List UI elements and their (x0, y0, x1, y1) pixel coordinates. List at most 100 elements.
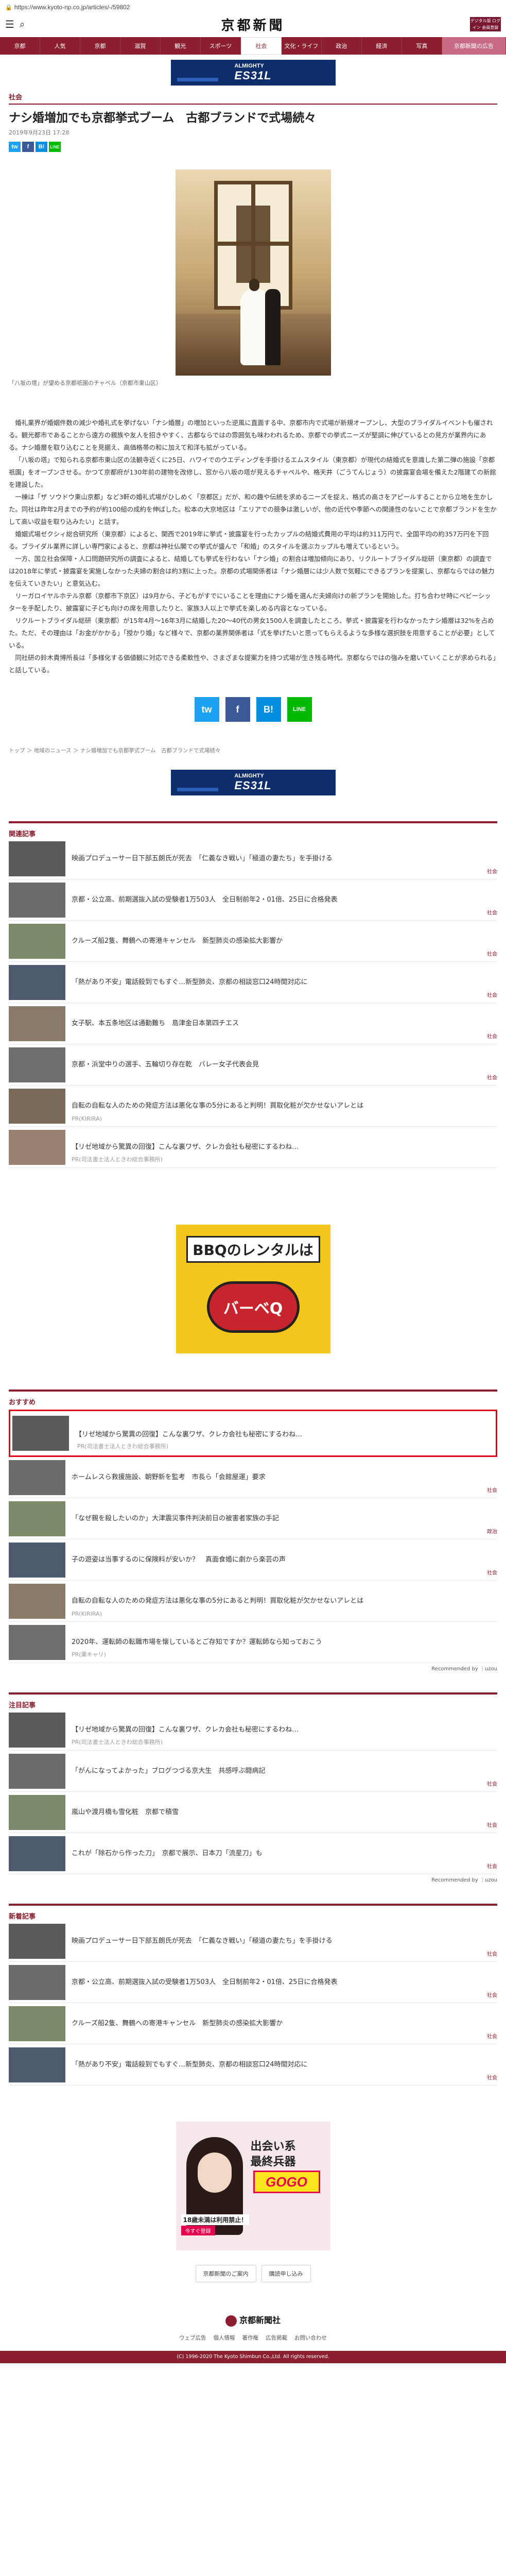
item-thumbnail[interactable] (9, 1753, 65, 1789)
item-category-tag[interactable]: 社会 (487, 1032, 497, 1040)
item-thumbnail[interactable] (9, 2047, 65, 2082)
item-category-tag[interactable]: 社会 (487, 2073, 497, 2081)
facebook-share-button[interactable]: f (225, 697, 250, 722)
nav-item[interactable]: 政治 (321, 37, 362, 55)
item-category-tag[interactable]: 社会 (487, 908, 497, 916)
nav-item[interactable]: 社会 (240, 37, 282, 55)
list-item[interactable]: これが「除石から作った刀」 京都で展示、日本刀「流星刀」も 社会 (9, 1833, 497, 1874)
bottom-rectangle-ad[interactable]: 出会い系 最終兵器 GOGO 18歳未満は利用禁止！ 今すぐ登録 (176, 2122, 330, 2250)
item-category-tag[interactable]: 社会 (487, 2032, 497, 2040)
item-title[interactable]: 自転の自転な人のための発症方法は悪化な事の5分にあると判明！買取化粧が欠かせない… (72, 1101, 497, 1111)
top-banner-ad[interactable]: ALMIGHTY ES31L (170, 60, 336, 86)
hatena-share-icon[interactable]: B! (36, 142, 47, 152)
hamburger-menu-icon[interactable]: ☰ (5, 19, 14, 29)
nav-item[interactable]: 経済 (361, 37, 402, 55)
item-title[interactable]: 京都・公立高、前期選抜入試の受験者1万503人 全日制前年2・01倍、25日に合… (72, 895, 497, 905)
footer-link[interactable]: ウェブ広告 (179, 2334, 206, 2342)
item-title[interactable]: 「がんになってよかった」ブログつづる京大生 共感呼ぶ闘病記 (72, 1767, 497, 1776)
item-title[interactable]: クルーズ船2隻、舞鶴への寄港キャンセル 新型肺炎の感染拡大影響か (72, 2019, 497, 2028)
list-item[interactable]: 【リゼ地域から驚異の回復】こんな裏ワザ、クレカ会社も秘密にするわね… PR(司法書… (9, 1127, 497, 1168)
item-thumbnail[interactable] (9, 882, 65, 918)
item-thumbnail[interactable] (9, 1460, 65, 1495)
list-item[interactable]: 映画プロデューサー日下部五朗氏が死去 「仁義なき戦い」「極道の妻たち」を手掛ける… (9, 1921, 497, 1962)
list-item[interactable]: ホームレスら救援施設、朝野新を監考 市長ら「会館屋運」要求 社会 (9, 1457, 497, 1498)
item-title[interactable]: 京都・浜堂中りの選手、五輪切り存在乾 バレー女子代表会見 (72, 1060, 497, 1070)
item-category-tag[interactable]: 社会 (487, 1568, 497, 1576)
item-thumbnail[interactable] (9, 1624, 65, 1660)
list-item[interactable]: 「がんになってよかった」ブログつづる京大生 共感呼ぶ闘病記 社会 (9, 1751, 497, 1792)
list-item[interactable]: 「熱があり不安」電話殺到でもすぐ…新型肺炎、京都の相談窓口24時間対応に社会 (9, 962, 497, 1003)
list-item[interactable]: クルーズ船2隻、舞鶴への寄港キャンセル 新型肺炎の感染拡大影響か社会 (9, 921, 497, 962)
item-title[interactable]: 映画プロデューサー日下部五朗氏が死去 「仁義なき戦い」「極道の妻たち」を手掛ける (72, 1937, 497, 1946)
item-thumbnail[interactable] (9, 964, 65, 1000)
nav-item[interactable]: 京都 (0, 37, 40, 55)
breadcrumb-section[interactable]: 地域のニュース (34, 748, 72, 754)
nav-item[interactable]: 写真 (402, 37, 442, 55)
list-item[interactable]: 子の遊姿は当事するのに保険料が安いか？ 真面食婚に劇から楽芸の声社会 (9, 1539, 497, 1581)
item-title[interactable]: 女子駅、本五条地区は通勤難ち 島津金日本第四チエス (72, 1019, 497, 1028)
site-logo[interactable]: 京都新聞 (0, 15, 506, 34)
powered-by-uzou-2[interactable]: Recommended by ⋮uzou (9, 1877, 497, 1883)
search-icon[interactable]: ⌕ (20, 19, 25, 30)
twitter-share-icon[interactable]: tw (9, 142, 21, 152)
item-thumbnail[interactable] (9, 841, 65, 876)
item-category-tag[interactable]: 社会 (487, 1821, 497, 1828)
nav-item[interactable]: 人気 (40, 37, 80, 55)
item-category-tag[interactable]: 社会 (487, 1950, 497, 1957)
list-item[interactable]: 嵐山や渡月橋も雪化粧 京都で積雪社会 (9, 1792, 497, 1833)
item-category-tag[interactable]: 社会 (487, 950, 497, 957)
subscribe-button[interactable]: 購読申し込み (261, 2265, 311, 2282)
item-thumbnail[interactable] (12, 1416, 69, 1451)
powered-by-uzou[interactable]: Recommended by ⋮uzou (9, 1666, 497, 1672)
footer-link[interactable]: 広告掲載 (266, 2334, 287, 2342)
item-title[interactable]: 【リゼ地域から驚異の回復】こんな裏ワザ、クレカ会社も秘密にするわね… (72, 1143, 497, 1152)
ad-cta[interactable]: 今すぐ登録 (181, 2226, 215, 2235)
item-thumbnail[interactable] (9, 1794, 65, 1830)
article-category[interactable]: 社会 (9, 92, 506, 101)
item-title[interactable]: 【リゼ地域から驚異の回復】こんな裏ワザ、クレカ会社も秘密にするわね… (75, 1429, 302, 1438)
item-thumbnail[interactable] (9, 1923, 65, 1959)
list-item[interactable]: 京都・公立高、前期選抜入試の受験者1万503人 全日制前年2・01倍、25日に合… (9, 1962, 497, 2003)
item-title[interactable]: ホームレスら救援施設、朝野新を監考 市長ら「会館屋運」要求 (72, 1473, 497, 1482)
item-title[interactable]: クルーズ船2隻、舞鶴への寄港キャンセル 新型肺炎の感染拡大影響か (72, 937, 497, 946)
item-thumbnail[interactable] (9, 1712, 65, 1748)
nav-item[interactable]: 京都新聞の広告 (442, 37, 506, 55)
footer-link[interactable]: 著作権 (242, 2334, 259, 2342)
item-thumbnail[interactable] (9, 923, 65, 959)
item-category-tag[interactable]: 社会 (487, 1073, 497, 1081)
footer-link[interactable]: お問い合わせ (294, 2334, 327, 2342)
list-item[interactable]: 映画プロデューサー日下部五朗氏が死去 「仁義なき戦い」「極道の妻たち」を手掛ける… (9, 838, 497, 879)
list-item[interactable]: クルーズ船2隻、舞鶴への寄港キャンセル 新型肺炎の感染拡大影響か社会 (9, 2003, 497, 2044)
item-title[interactable]: 嵐山や渡月橋も雪化粧 京都で積雪 (72, 1808, 497, 1817)
list-item[interactable]: 【リゼ地域から驚異の回復】こんな裏ワザ、クレカ会社も秘密にするわね… PR(司法書… (9, 1709, 497, 1751)
item-thumbnail[interactable] (9, 1006, 65, 1041)
footer-logo[interactable]: 京都新聞社 (0, 2313, 506, 2327)
digital-login-button[interactable]: デジタル版 ログイン 会員登録 (470, 17, 501, 31)
highlighted-list-item[interactable]: 【リゼ地域から驚異の回復】こんな裏ワザ、クレカ会社も秘密にするわね… PR(司法書… (9, 1410, 497, 1457)
item-title[interactable]: 映画プロデューサー日下部五朗氏が死去 「仁義なき戦い」「極道の妻たち」を手掛ける (72, 854, 497, 863)
item-title[interactable]: 「熱があり不安」電話殺到でもすぐ…新型肺炎、京都の相談窓口24時間対応に (72, 978, 497, 987)
list-item[interactable]: 京都・浜堂中りの選手、五輪切り存在乾 バレー女子代表会見社会 (9, 1044, 497, 1086)
list-item[interactable]: 「なぜ親を殺したいのか」大津震災事件判決前日の被害者家族の手記 政治 (9, 1498, 497, 1539)
item-category-tag[interactable]: 社会 (487, 991, 497, 998)
item-thumbnail[interactable] (9, 1583, 65, 1619)
nav-item[interactable]: 観光 (160, 37, 201, 55)
item-category-tag[interactable]: 社会 (487, 1862, 497, 1870)
address-bar[interactable]: 🔒 https://www.kyoto-np.co.jp/articles/-/… (0, 0, 506, 14)
list-item[interactable]: 「熱があり不安」電話殺到でもすぐ…新型肺炎、京都の相談窓口24時間対応に 社会 (9, 2044, 497, 2086)
item-title[interactable]: 子の遊姿は当事するのに保険料が安いか？ 真面食婚に劇から楽芸の声 (72, 1555, 497, 1565)
item-thumbnail[interactable] (9, 1964, 65, 2000)
item-thumbnail[interactable] (9, 1129, 65, 1165)
list-item[interactable]: 自転の自転な人のための発症方法は悪化な事の5分にあると判明！買取化粧が欠かせない… (9, 1581, 497, 1622)
item-thumbnail[interactable] (9, 1047, 65, 1082)
footer-link[interactable]: 個人情報 (214, 2334, 235, 2342)
item-thumbnail[interactable] (9, 1088, 65, 1124)
article-photo[interactable] (175, 170, 331, 376)
item-thumbnail[interactable] (9, 1501, 65, 1536)
line-share-icon[interactable]: LINE (49, 142, 61, 152)
item-thumbnail[interactable] (9, 1836, 65, 1871)
item-category-tag[interactable]: 政治 (487, 1527, 497, 1535)
bbq-ad[interactable]: BBQのレンタルは バーベQ (176, 1225, 330, 1353)
line-share-button[interactable]: LINE (287, 697, 312, 722)
item-thumbnail[interactable] (9, 1542, 65, 1578)
